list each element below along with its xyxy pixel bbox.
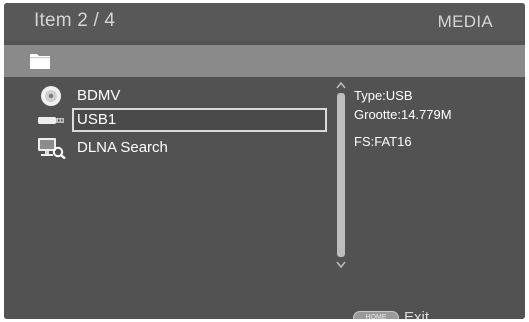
- scroll-track[interactable]: [337, 93, 345, 257]
- exit-label: Exit: [404, 309, 430, 319]
- media-browser: BDMV USB1 DLNA Search Type:USB Grootte:1…: [4, 77, 525, 319]
- list-item-usb1[interactable]: USB1: [24, 108, 328, 132]
- list-item-label: BDMV: [77, 87, 121, 104]
- detail-filesystem: FS:FAT16: [354, 134, 412, 149]
- list-item-label: USB1: [77, 111, 117, 128]
- folder-icon[interactable]: [29, 51, 51, 70]
- dlna-search-icon: [38, 138, 66, 159]
- scrollbar[interactable]: [335, 81, 347, 269]
- disc-icon: [41, 86, 61, 106]
- scroll-down-icon[interactable]: [336, 261, 346, 269]
- header-bar: Item 2 / 4 MEDIA: [4, 3, 525, 41]
- section-title: MEDIA: [437, 12, 493, 31]
- home-button[interactable]: HOME: [353, 311, 399, 319]
- scroll-up-icon[interactable]: [336, 81, 346, 89]
- path-bar: [4, 45, 525, 77]
- detail-type: Type:USB: [354, 88, 413, 103]
- usb-icon: [38, 117, 64, 124]
- media-screen: Item 2 / 4 MEDIA BDMV USB1 DLNA Search T…: [4, 3, 525, 319]
- list-item-bdmv[interactable]: BDMV: [24, 84, 328, 108]
- item-position: Item 2 / 4: [34, 10, 116, 31]
- detail-size: Grootte:14.779M: [354, 107, 452, 122]
- footer-hint: HOME Exit: [353, 308, 473, 319]
- list-item-dlna-search[interactable]: DLNA Search: [24, 136, 328, 160]
- list-item-label: DLNA Search: [77, 139, 168, 156]
